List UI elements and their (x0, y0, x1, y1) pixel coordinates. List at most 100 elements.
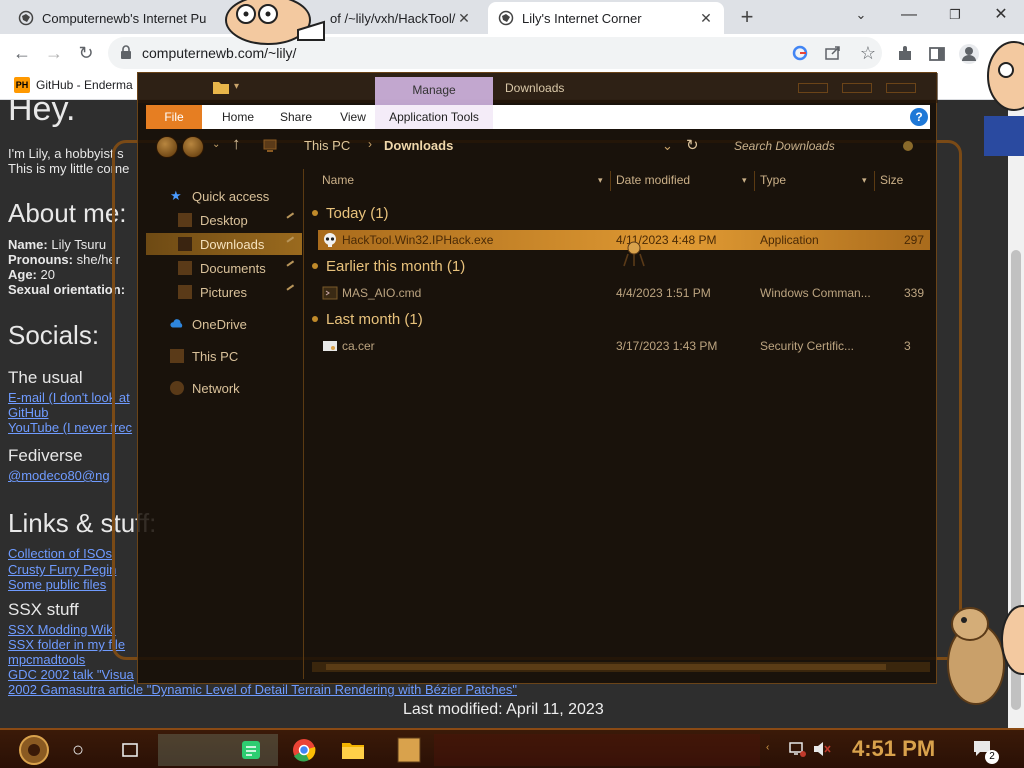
search-circle-icon[interactable]: ○ (72, 734, 94, 766)
close-icon[interactable] (886, 83, 916, 93)
ribbon-tab-view[interactable]: View (326, 105, 380, 129)
file-explorer-taskbar-icon[interactable] (340, 734, 366, 766)
google-lens-icon[interactable] (792, 45, 808, 61)
group-collapse-icon[interactable] (312, 210, 318, 216)
nav-documents[interactable]: Documents (146, 257, 302, 279)
about-value: 20 (40, 267, 55, 282)
group-header-today[interactable]: Today (1) (312, 205, 389, 222)
share-icon[interactable] (824, 45, 842, 61)
column-type-dropdown-icon[interactable]: ▾ (862, 175, 867, 186)
browser-tab-strip: Computernewb's Internet Pu of /~lily/vxh… (0, 0, 1024, 34)
group-header-last-month[interactable]: Last month (1) (312, 311, 423, 328)
profile-avatar-icon[interactable] (958, 43, 980, 65)
nav-onedrive[interactable]: OneDrive (146, 313, 302, 335)
show-hidden-icons-chevron-icon[interactable]: ‹ (766, 742, 769, 753)
url-text[interactable]: computernewb.com/~lily/ (142, 45, 296, 61)
tab-search-chevron-icon[interactable]: ⌄ (838, 0, 884, 30)
mpcmadtools-link[interactable]: mpcmadtools (8, 652, 85, 667)
maximize-icon[interactable] (842, 83, 872, 93)
start-gear-icon[interactable] (14, 734, 54, 766)
manage-context-tab[interactable]: Manage (375, 83, 493, 97)
forward-arrow-icon[interactable] (182, 136, 204, 158)
breadcrumb-this-pc[interactable]: This PC (304, 138, 350, 153)
address-dropdown-chevron-icon[interactable]: ⌄ (662, 138, 673, 154)
column-divider[interactable] (754, 171, 755, 191)
fediverse-link[interactable]: @modeco80@ng (8, 468, 110, 483)
lock-icon[interactable] (120, 45, 132, 59)
taskbar-clock[interactable]: 4:51 PM (852, 736, 935, 762)
quick-access-toolbar-chevron-icon[interactable]: ▾ (234, 81, 239, 92)
ribbon-tab-home[interactable]: Home (210, 105, 266, 129)
breadcrumb-downloads[interactable]: Downloads (384, 138, 453, 153)
ribbon-tab-share[interactable]: Share (268, 105, 324, 129)
recent-locations-chevron-icon[interactable]: ⌄ (212, 139, 220, 150)
nav-label: Network (192, 380, 240, 396)
ribbon-tab-application-tools[interactable]: Application Tools (375, 105, 493, 129)
close-window-button[interactable]: ✕ (978, 0, 1024, 30)
network-status-icon[interactable] (788, 740, 806, 758)
public-files-link[interactable]: Some public files (8, 577, 106, 592)
nav-network[interactable]: Network (146, 377, 302, 399)
tab-lilys-internet-corner[interactable]: Lily's Internet Corner ✕ (488, 2, 724, 34)
volume-muted-icon[interactable] (812, 740, 832, 758)
search-placeholder: Search Downloads (734, 139, 835, 153)
ribbon-tab-file[interactable]: File (146, 105, 202, 129)
nav-quick-access[interactable]: ★ Quick access (170, 185, 326, 207)
about-orientation-row: Sexual orientation: (8, 282, 125, 297)
nav-pictures[interactable]: Pictures (146, 281, 302, 303)
new-tab-button[interactable]: + (736, 6, 758, 29)
nav-desktop[interactable]: Desktop (146, 209, 302, 231)
column-date-dropdown-icon[interactable]: ▾ (742, 175, 747, 186)
notes-app-icon[interactable] (240, 734, 262, 766)
column-header-date-modified[interactable]: Date modified (616, 173, 690, 187)
column-header-name[interactable]: Name (322, 173, 354, 187)
column-header-size[interactable]: Size (880, 173, 903, 187)
nav-downloads[interactable]: Downloads (146, 233, 302, 255)
column-header-type[interactable]: Type (760, 173, 786, 187)
back-arrow-icon[interactable] (156, 136, 178, 158)
close-icon[interactable]: ✕ (456, 10, 472, 26)
ssx-folder-link[interactable]: SSX folder in my file (8, 637, 125, 652)
group-collapse-icon[interactable] (312, 263, 318, 269)
nav-this-pc[interactable]: This PC (146, 345, 302, 367)
column-divider[interactable] (874, 171, 875, 191)
tab-computernewb[interactable]: Computernewb's Internet Pu (8, 2, 228, 34)
side-panel-icon[interactable] (928, 45, 946, 63)
group-header-earlier-this-month[interactable]: Earlier this month (1) (312, 258, 465, 275)
github-link[interactable]: GitHub (8, 405, 48, 420)
search-downloads-input[interactable]: Search Downloads (726, 133, 926, 159)
close-icon[interactable]: ✕ (698, 10, 714, 26)
back-arrow-icon[interactable]: ← (10, 41, 34, 65)
about-key: Age: (8, 267, 37, 282)
help-icon[interactable]: ? (910, 108, 928, 126)
refresh-icon[interactable]: ↻ (686, 136, 699, 154)
minimize-icon[interactable] (798, 83, 828, 93)
extensions-puzzle-icon[interactable] (896, 45, 914, 63)
reload-icon[interactable]: ↻ (74, 41, 98, 65)
forward-arrow-icon[interactable]: → (42, 41, 66, 65)
game-app-icon[interactable] (396, 734, 422, 766)
horizontal-scrollbar[interactable] (312, 662, 930, 672)
gamasutra-article-link[interactable]: 2002 Gamasutra article "Dynamic Level of… (8, 682, 517, 697)
restore-button[interactable]: ❐ (932, 0, 978, 30)
column-name-dropdown-icon[interactable]: ▾ (598, 175, 603, 186)
up-arrow-icon[interactable]: ↑ (232, 134, 241, 154)
task-view-icon[interactable] (120, 734, 140, 766)
ssx-wiki-link[interactable]: SSX Modding Wiki (8, 622, 116, 637)
about-heading: About me: (8, 198, 127, 228)
bookmark-github-endermanch[interactable]: PH GitHub - Enderma (14, 77, 133, 93)
crusty-furry-link[interactable]: Crusty Furry Pegin (8, 562, 116, 577)
explorer-title-bar[interactable]: ▾ Downloads (138, 73, 938, 103)
file-row-ca-cer[interactable]: ca.cer 3/17/2023 1:43 PM Security Certif… (318, 336, 930, 356)
gdc-talk-link[interactable]: GDC 2002 talk "Visua (8, 667, 134, 682)
bookmark-star-icon[interactable]: ☆ (856, 41, 880, 65)
scrollbar-thumb[interactable] (326, 664, 886, 670)
usual-heading: The usual (8, 368, 83, 387)
isos-link[interactable]: Collection of ISOs (8, 546, 112, 561)
chrome-icon[interactable] (292, 734, 316, 766)
file-row-mas-aio[interactable]: MAS_AIO.cmd 4/4/2023 1:51 PM Windows Com… (318, 283, 930, 303)
search-icon[interactable] (902, 140, 914, 152)
minimize-button[interactable]: — (886, 0, 932, 30)
group-collapse-icon[interactable] (312, 316, 318, 322)
column-divider[interactable] (610, 171, 611, 191)
